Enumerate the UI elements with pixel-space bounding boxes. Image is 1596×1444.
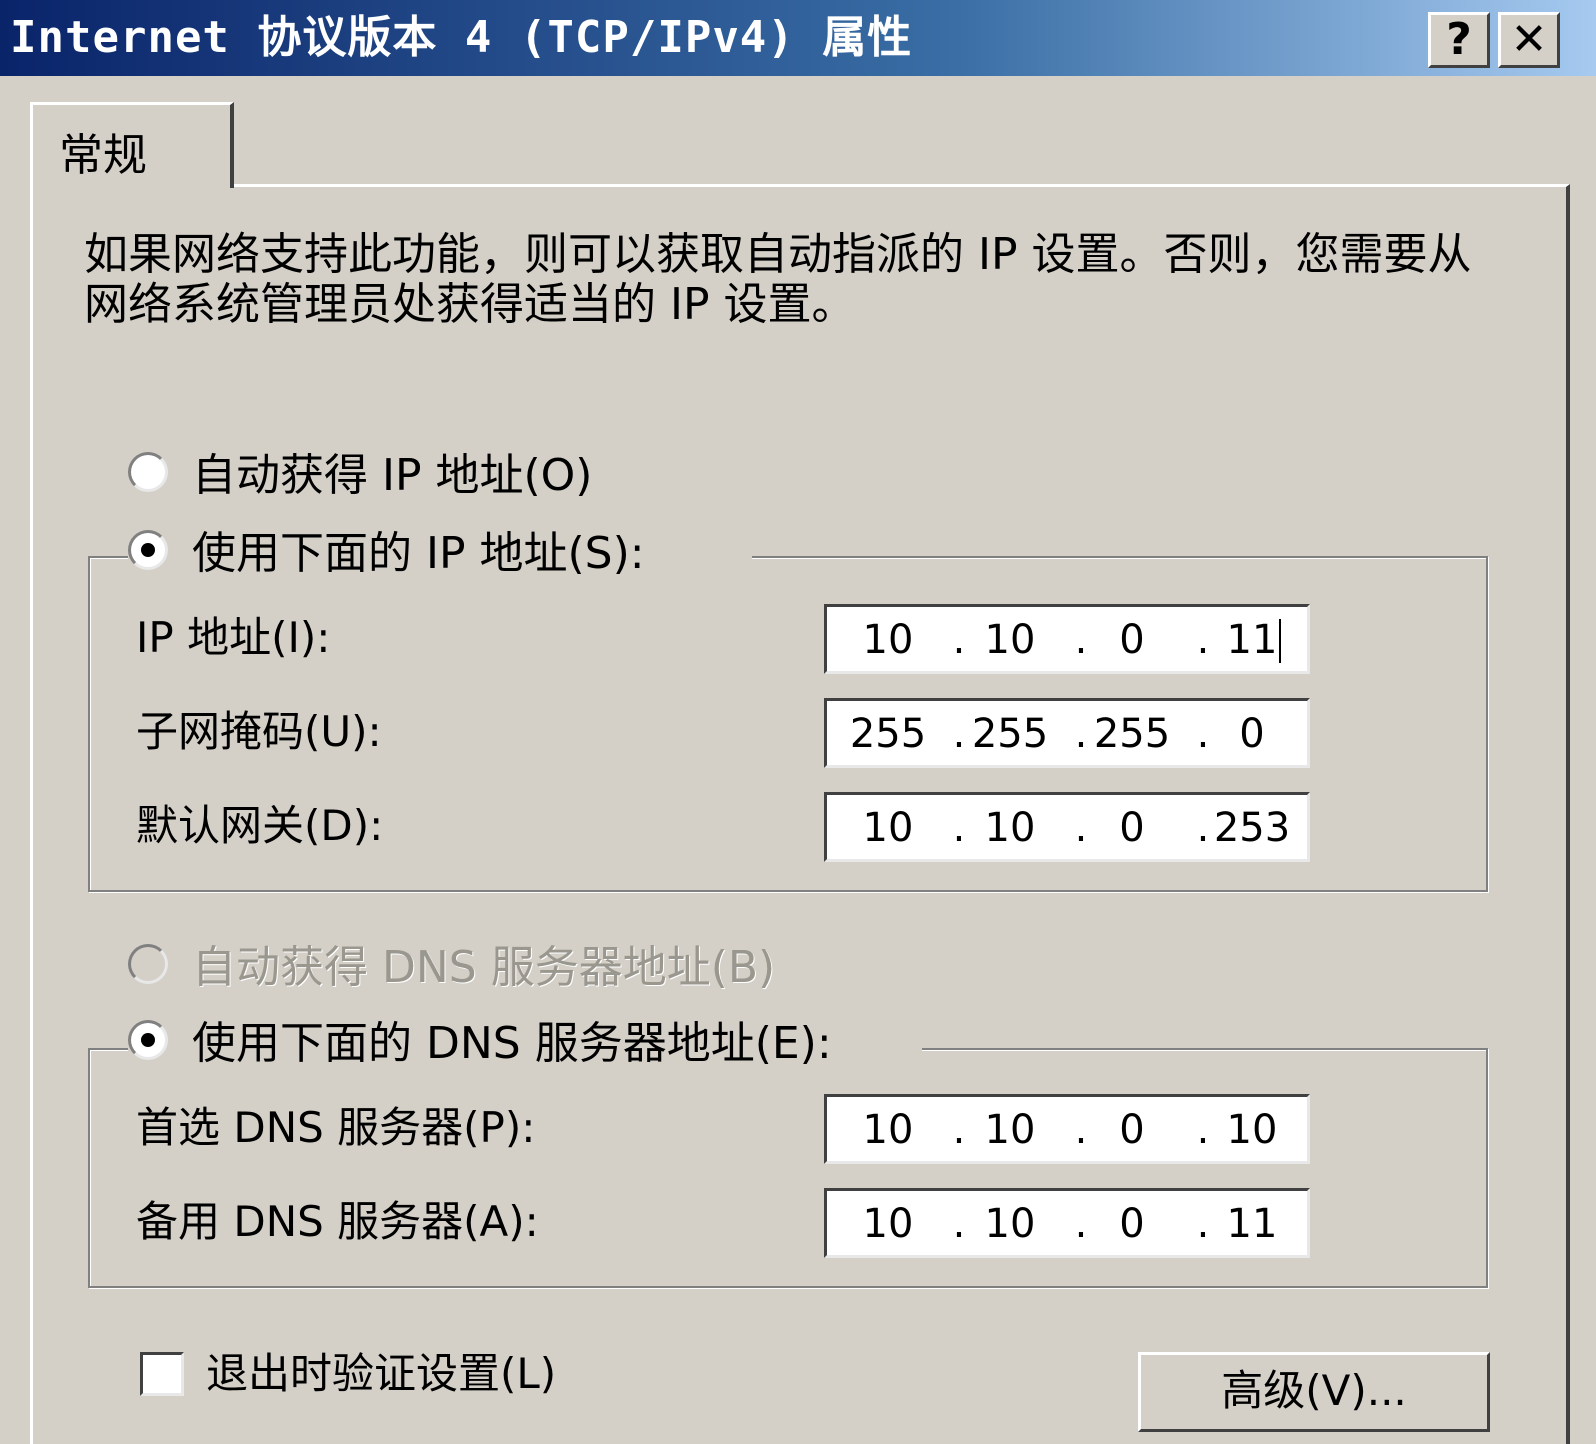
radio-auto-ip[interactable]: 自动获得 IP 地址(O) <box>128 448 702 504</box>
subnet-octet-3[interactable]: 255 <box>1087 709 1177 759</box>
radio-manual-ip-label: 使用下面的 IP 地址(S): <box>192 528 645 579</box>
radio-manual-dns-label: 使用下面的 DNS 服务器地址(E): <box>192 1018 832 1069</box>
gateway-octet-3[interactable]: 0 <box>1087 803 1177 853</box>
pdns-octet-1[interactable]: 10 <box>843 1105 933 1155</box>
subnet-octet-4[interactable]: 0 <box>1207 709 1297 759</box>
tab-general[interactable]: 常规 <box>30 102 234 188</box>
help-button[interactable]: ? <box>1428 12 1490 68</box>
ip-octet-2[interactable]: 10 <box>965 615 1055 665</box>
validate-checkbox[interactable] <box>140 1352 184 1396</box>
preferred-dns-field[interactable]: 10 . 10 . 0 . 10 <box>824 1094 1310 1164</box>
adns-octet-2[interactable]: 10 <box>965 1199 1055 1249</box>
gateway-octet-1[interactable]: 10 <box>843 803 933 853</box>
subnet-mask-field[interactable]: 255 . 255 . 255 . 0 <box>824 698 1310 768</box>
radio-auto-ip-control[interactable] <box>128 452 168 492</box>
window-title: Internet 协议版本 4 (TCP/IPv4) 属性 <box>10 12 913 63</box>
validate-checkbox-label: 退出时验证设置(L) <box>206 1349 557 1398</box>
pdns-octet-2[interactable]: 10 <box>965 1105 1055 1155</box>
radio-auto-ip-label: 自动获得 IP 地址(O) <box>192 450 593 501</box>
radio-selected-dot <box>141 543 155 557</box>
radio-auto-dns-control <box>128 944 168 984</box>
alternate-dns-field[interactable]: 10 . 10 . 0 . 11 <box>824 1188 1310 1258</box>
ip-address-field[interactable]: 10 . 10 . 0 . 11 <box>824 604 1310 674</box>
radio-auto-dns: 自动获得 DNS 服务器地址(B) <box>128 940 842 996</box>
subnet-mask-label: 子网掩码(U): <box>136 707 382 756</box>
radio-selected-dot <box>141 1033 155 1047</box>
radio-manual-ip-control[interactable] <box>128 530 168 570</box>
gateway-field[interactable]: 10 . 10 . 0 . 253 <box>824 792 1310 862</box>
title-bar: Internet 协议版本 4 (TCP/IPv4) 属性 ? ✕ <box>0 0 1596 76</box>
radio-manual-ip[interactable]: 使用下面的 IP 地址(S): <box>128 526 752 582</box>
preferred-dns-label: 首选 DNS 服务器(P): <box>136 1103 536 1152</box>
radio-manual-dns-control[interactable] <box>128 1020 168 1060</box>
alternate-dns-label: 备用 DNS 服务器(A): <box>136 1197 539 1246</box>
gateway-label: 默认网关(D): <box>136 801 384 850</box>
pdns-octet-3[interactable]: 0 <box>1087 1105 1177 1155</box>
adns-octet-4[interactable]: 11 <box>1207 1199 1297 1249</box>
text-caret <box>1279 619 1281 663</box>
ip-octet-4[interactable]: 11 <box>1207 615 1297 665</box>
ip-octet-3[interactable]: 0 <box>1087 615 1177 665</box>
gateway-octet-4[interactable]: 253 <box>1207 803 1297 853</box>
description-text: 如果网络支持此功能，则可以获取自动指派的 IP 设置。否则，您需要从网络系统管理… <box>84 229 1472 330</box>
tab-general-label: 常规 <box>59 130 147 181</box>
radio-manual-dns[interactable]: 使用下面的 DNS 服务器地址(E): <box>128 1016 922 1072</box>
subnet-octet-1[interactable]: 255 <box>843 709 933 759</box>
ip-address-label: IP 地址(I): <box>136 613 331 662</box>
subnet-octet-2[interactable]: 255 <box>965 709 1055 759</box>
advanced-button[interactable]: 高级(V)... <box>1138 1352 1490 1432</box>
adns-octet-1[interactable]: 10 <box>843 1199 933 1249</box>
radio-auto-dns-label: 自动获得 DNS 服务器地址(B) <box>192 942 776 993</box>
pdns-octet-4[interactable]: 10 <box>1207 1105 1297 1155</box>
ip-octet-1[interactable]: 10 <box>843 615 933 665</box>
gateway-octet-2[interactable]: 10 <box>965 803 1055 853</box>
adns-octet-3[interactable]: 0 <box>1087 1199 1177 1249</box>
close-button[interactable]: ✕ <box>1498 12 1560 68</box>
